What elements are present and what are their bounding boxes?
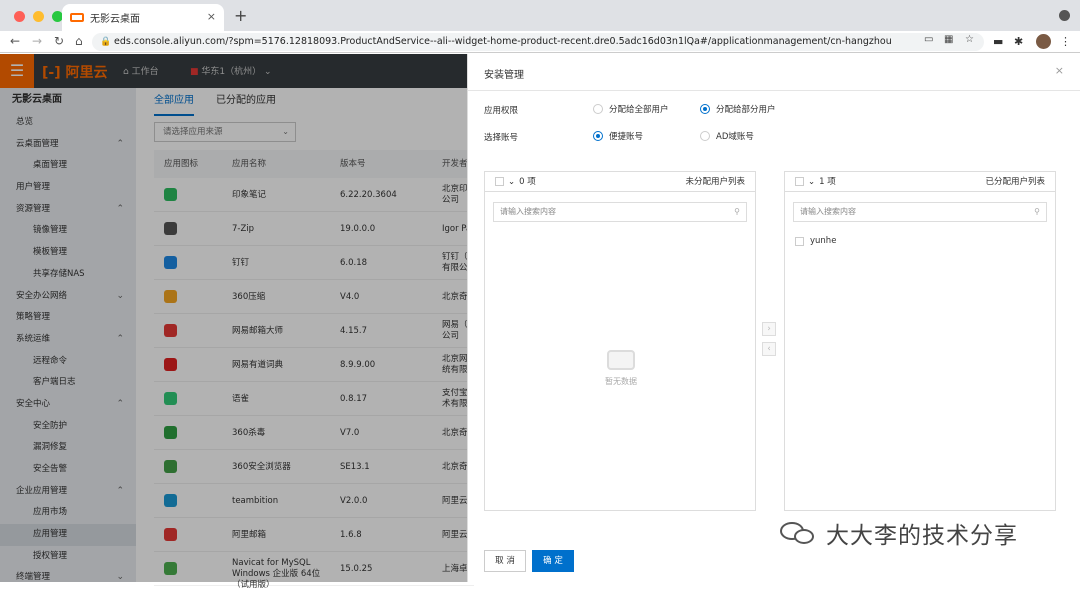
modal-overlay[interactable] [0,54,467,582]
radio-assign-partial[interactable]: 分配给部分用户 [700,103,776,115]
assigned-count: 1 项 [819,176,836,187]
search-placeholder: 请输入搜索内容 [500,207,556,216]
wechat-icon [780,520,818,546]
chevron-down-icon[interactable]: ⌄ [508,172,515,192]
back-arrow-icon[interactable]: ← [10,34,20,48]
search-placeholder: 请输入搜索内容 [800,207,856,216]
browser-menu-icon[interactable]: ⋮ [1060,35,1071,48]
tab-title: 无影云桌面 [90,14,140,25]
close-icon[interactable]: × [1055,64,1064,77]
radio-quick-account[interactable]: 便捷账号 [593,130,643,142]
assigned-title: 已分配用户列表 [985,177,1045,187]
radio-quick-account-label: 便捷账号 [609,132,644,142]
panel-header: ⌄ 0 项 未分配用户列表 [485,172,755,192]
user-name: yunhe [810,236,837,246]
console-app: ☰ [-] 阿里云 ⌂ 工作台 ■ 华东1（杭州） ⌄ 无影云桌面 总览 云桌面管… [0,54,1080,590]
empty-state: 暂无数据 [593,350,649,387]
url-field[interactable]: 🔒 eds.console.aliyun.com/?spm=5176.12818… [92,33,984,51]
app-permission-label: 应用权限 [484,106,519,116]
browser-tab-strip: 无影云桌面 × + [0,0,1080,31]
divider [468,90,1080,91]
assigned-user-panel: ⌄ 1 项 已分配用户列表 请输入搜索内容 ⚲ yunhe [784,171,1056,511]
confirm-button[interactable]: 确 定 [532,550,574,572]
assigned-search-input[interactable]: 请输入搜索内容 ⚲ [793,202,1047,222]
extensions-puzzle-icon[interactable]: ✱ [1014,35,1023,48]
radio-assign-partial-label: 分配给部分用户 [716,105,776,115]
watermark: 大大李的技术分享 [780,516,1018,550]
radio-circle-checked [700,104,710,114]
chevron-down-icon[interactable]: ⌄ [808,172,815,192]
radio-circle [593,104,603,114]
unassigned-count: 0 项 [519,176,536,187]
move-right-button[interactable]: › [762,322,776,336]
aliyun-favicon-icon [70,13,84,22]
cast-icon[interactable]: ▭ [924,34,933,45]
close-window-button[interactable] [14,11,25,22]
forward-arrow-icon[interactable]: → [32,34,42,48]
radio-ad-account-label: AD域账号 [716,132,754,142]
select-account-label: 选择账号 [484,133,519,143]
lock-icon: 🔒 [100,37,112,47]
browser-tab[interactable]: 无影云桌面 × [62,4,224,31]
new-tab-icon[interactable]: + [234,6,247,25]
panel-header: ⌄ 1 项 已分配用户列表 [785,172,1055,192]
close-tab-icon[interactable]: × [207,10,216,23]
search-icon: ⚲ [1034,207,1040,216]
user-avatar[interactable] [1036,34,1051,49]
bookmark-star-icon[interactable]: ☆ [965,34,974,45]
user-checkbox[interactable] [795,236,804,246]
select-all-checkbox[interactable] [495,177,504,186]
extension-terminal-icon[interactable]: ▬ [993,35,1003,48]
radio-assign-all[interactable]: 分配给全部用户 [593,103,669,115]
radio-circle [700,131,710,141]
search-icon: ⚲ [734,207,740,216]
install-management-drawer: 安装管理 × 应用权限 分配给全部用户 分配给部分用户 选择账号 便捷账号 AD… [467,54,1080,582]
window-controls [14,11,63,22]
empty-tray-icon [607,350,635,370]
home-icon[interactable]: ⌂ [75,34,83,48]
browser-profile-icon[interactable] [1059,10,1070,21]
address-bar-row: ← → ↻ ⌂ 🔒 eds.console.aliyun.com/?spm=51… [0,31,1080,53]
watermark-text: 大大李的技术分享 [826,523,1018,549]
unassigned-user-panel: ⌄ 0 项 未分配用户列表 请输入搜索内容 ⚲ 暂无数据 [484,171,756,511]
empty-text: 暂无数据 [605,377,637,386]
radio-circle-checked [593,131,603,141]
qr-code-icon[interactable]: ▦ [944,34,953,45]
radio-ad-account[interactable]: AD域账号 [700,130,754,142]
reload-icon[interactable]: ↻ [54,34,64,48]
move-left-button[interactable]: ‹ [762,342,776,356]
select-all-checkbox[interactable] [795,177,804,186]
cancel-button[interactable]: 取 消 [484,550,526,572]
radio-assign-all-label: 分配给全部用户 [609,105,669,115]
url-text: eds.console.aliyun.com/?spm=5176.1281809… [114,36,892,47]
unassigned-title: 未分配用户列表 [685,177,745,187]
drawer-title: 安装管理 [484,70,524,81]
assigned-user-item[interactable]: yunhe [795,236,836,246]
minimize-window-button[interactable] [33,11,44,22]
unassigned-search-input[interactable]: 请输入搜索内容 ⚲ [493,202,747,222]
